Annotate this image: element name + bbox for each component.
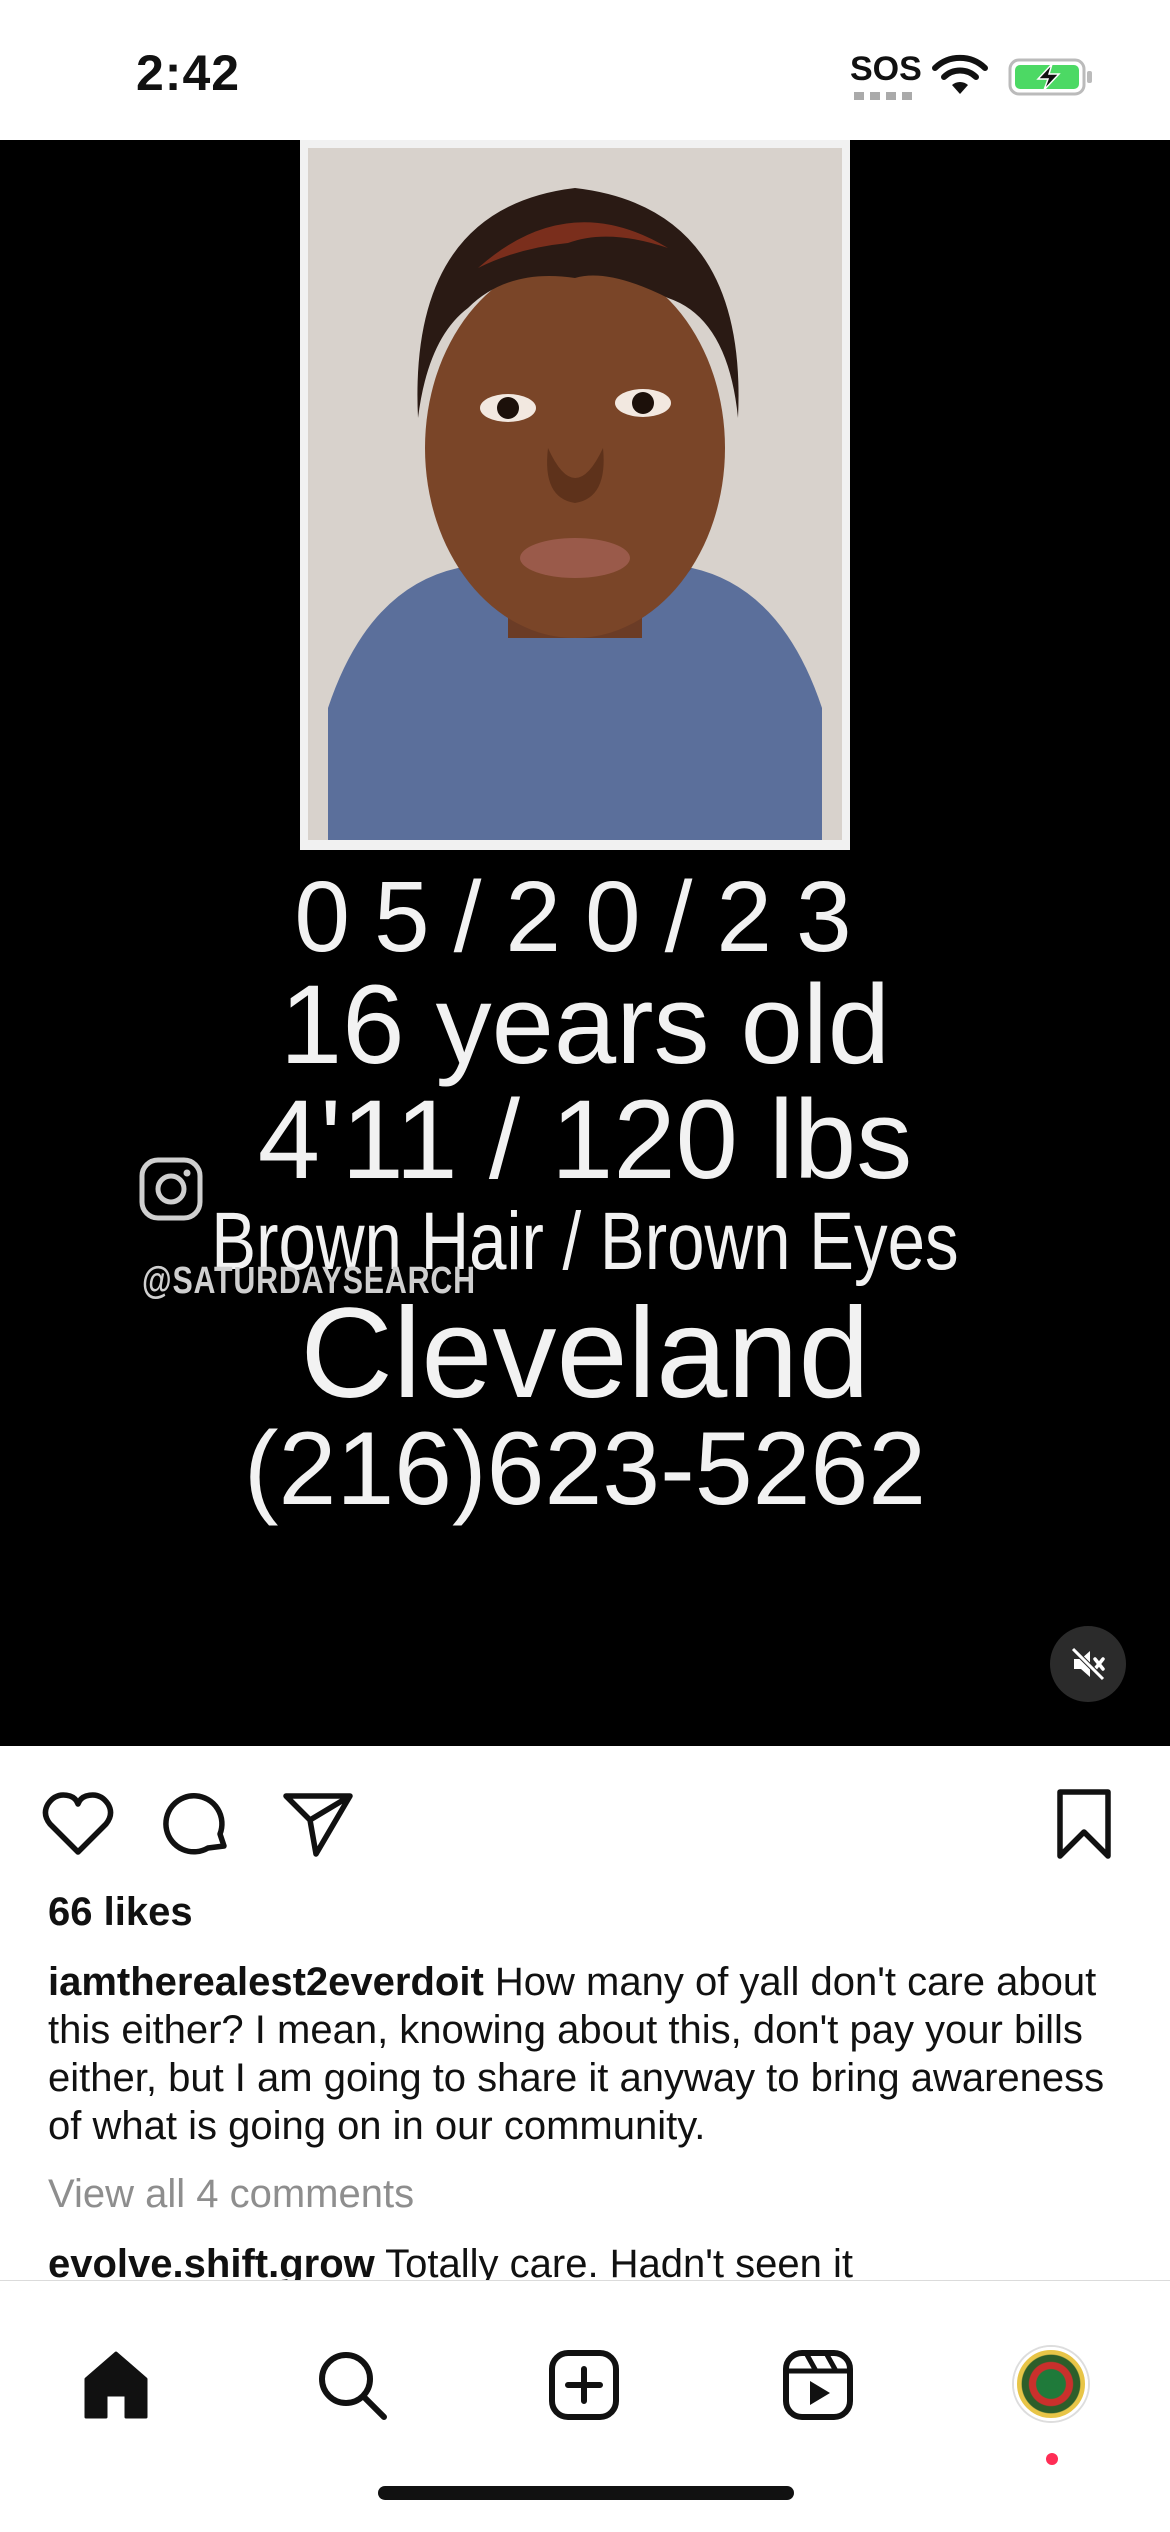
bookmark-icon[interactable] bbox=[1046, 1786, 1122, 1862]
watermark-handle: @SATURDAYSEARCH bbox=[142, 1260, 476, 1302]
poster-phone: (216)623-5262 bbox=[243, 1411, 927, 1527]
paper-plane-icon[interactable] bbox=[280, 1786, 356, 1862]
mute-toggle-button[interactable] bbox=[1050, 1626, 1126, 1702]
comment-username[interactable]: evolve.shift.grow bbox=[48, 2242, 375, 2280]
missing-person-photo-frame bbox=[300, 140, 850, 850]
sos-indicator: SOS bbox=[850, 50, 922, 88]
missing-person-photo bbox=[308, 148, 842, 840]
notification-dot bbox=[1046, 2453, 1058, 2465]
wifi-icon bbox=[932, 54, 988, 94]
heart-icon[interactable] bbox=[40, 1786, 116, 1862]
view-all-comments-link[interactable]: View all 4 comments bbox=[48, 2172, 414, 2217]
status-time: 2:42 bbox=[136, 45, 241, 101]
speaker-muted-icon bbox=[1071, 1647, 1105, 1681]
home-icon[interactable] bbox=[78, 2347, 154, 2423]
comment-preview: evolve.shift.grow Totally care. Hadn't s… bbox=[48, 2240, 1138, 2280]
post-action-bar bbox=[0, 1746, 1170, 1896]
post-caption: iamtherealest2everdoit How many of yall … bbox=[48, 1958, 1138, 2150]
likes-count[interactable]: 66 likes bbox=[48, 1890, 193, 1935]
home-indicator[interactable] bbox=[378, 2486, 794, 2500]
poster-date: 05/20/23 bbox=[294, 861, 876, 973]
instagram-logo-icon bbox=[139, 1157, 203, 1221]
poster-age: 16 years old bbox=[279, 962, 891, 1087]
comment-bubble-icon[interactable] bbox=[158, 1786, 234, 1862]
post-video[interactable]: 05/20/23 16 years old 4'11 / 120 lbs Bro… bbox=[0, 140, 1170, 1746]
caption-username[interactable]: iamtherealest2everdoit bbox=[48, 1960, 484, 2004]
portrait-illustration bbox=[308, 148, 842, 840]
profile-avatar-tab[interactable] bbox=[1014, 2347, 1088, 2421]
sos-signal-dots bbox=[854, 92, 914, 100]
reels-icon[interactable] bbox=[780, 2347, 856, 2423]
status-bar: 2:42 SOS bbox=[0, 0, 1170, 140]
comment-text: Totally care. Hadn't seen it bbox=[385, 2242, 854, 2280]
battery-icon bbox=[1008, 58, 1092, 96]
search-icon[interactable] bbox=[314, 2347, 390, 2423]
create-post-icon[interactable] bbox=[546, 2347, 622, 2423]
